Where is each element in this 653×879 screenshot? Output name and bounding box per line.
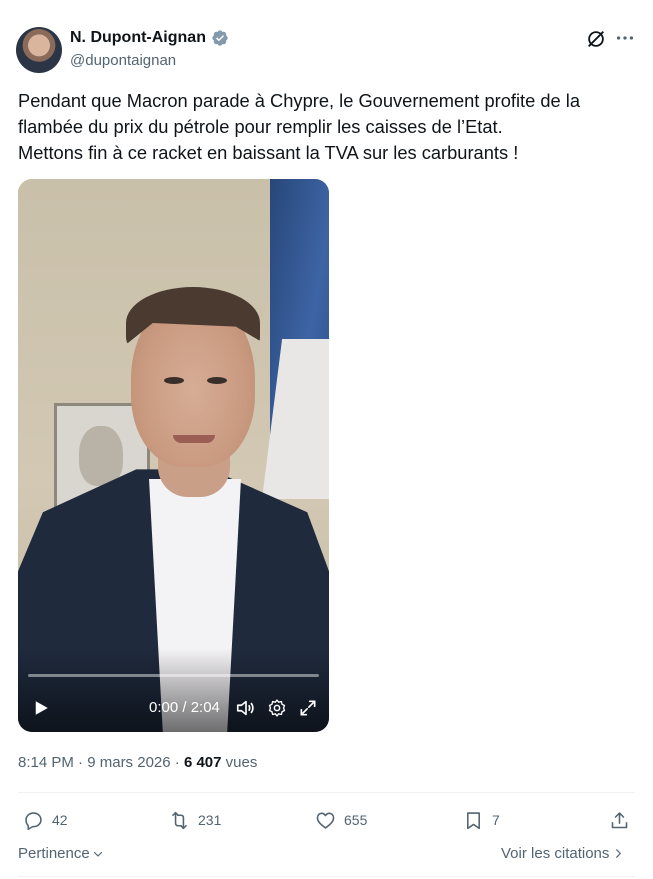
settings-icon[interactable] (267, 698, 287, 718)
divider (18, 792, 635, 793)
tweet-text-line: flambée du prix du pétrole pour remplir … (18, 116, 503, 137)
chevron-down-icon (93, 851, 102, 857)
portrait-face (79, 426, 123, 486)
tweet-meta: 8:14 PM · 9 mars 2026 · 6 407 vues (18, 754, 257, 771)
sort-label: Pertinence (18, 845, 90, 862)
more-options-icon[interactable] (614, 27, 636, 49)
tweet-actions: 42 231 655 7 (18, 803, 635, 837)
author-handle[interactable]: @dupontaignan (70, 52, 176, 69)
volume-icon[interactable] (235, 697, 257, 719)
reply-count: 42 (52, 812, 68, 828)
play-icon[interactable] (32, 699, 50, 717)
heart-icon (316, 812, 335, 829)
grok-icon[interactable] (585, 28, 607, 50)
like-button[interactable]: 655 (315, 803, 367, 837)
bookmark-button[interactable]: 7 (463, 803, 500, 837)
share-button[interactable] (609, 803, 630, 837)
views-label: vues (225, 754, 258, 771)
author-name-row[interactable]: N. Dupont-Aignan (70, 29, 229, 47)
speaker-mouth (173, 435, 215, 443)
tweet-text-line: Pendant que Macron parade à Chypre, le G… (18, 90, 580, 111)
like-count: 655 (344, 812, 368, 828)
tweet-date[interactable]: 9 mars 2026 (87, 754, 170, 771)
author-avatar[interactable] (16, 27, 62, 73)
repost-count: 231 (198, 812, 222, 828)
divider (18, 876, 635, 877)
chevron-right-icon (616, 849, 622, 858)
meta-separator: · (78, 754, 84, 771)
reply-icon (25, 811, 42, 830)
video-controls-gradient (18, 649, 329, 732)
video-player[interactable]: 0:00 / 2:04 (18, 179, 329, 732)
repost-icon (172, 811, 187, 829)
view-quotes-label: Voir les citations (501, 845, 610, 862)
tweet-text: Pendant que Macron parade à Chypre, le G… (18, 88, 628, 166)
bookmark-count: 7 (492, 812, 500, 828)
view-quotes-link[interactable]: Voir les citations (501, 845, 624, 862)
meta-separator: · (174, 754, 180, 771)
author-name[interactable]: N. Dupont-Aignan (70, 29, 206, 47)
repost-button[interactable]: 231 (169, 803, 221, 837)
speaker-eye (164, 377, 184, 384)
share-icon (611, 811, 628, 828)
fullscreen-icon[interactable] (298, 698, 318, 718)
reply-button[interactable]: 42 (23, 803, 68, 837)
sort-dropdown[interactable]: Pertinence (18, 845, 104, 862)
bookmark-icon (467, 811, 480, 829)
speaker-eye (207, 377, 227, 384)
tweet-time[interactable]: 8:14 PM (18, 754, 74, 771)
video-progress-bar[interactable] (28, 674, 319, 677)
verified-badge-icon (212, 30, 228, 46)
video-timecode: 0:00 / 2:04 (149, 699, 220, 716)
tweet-text-line: Mettons fin à ce racket en baissant la T… (18, 142, 519, 163)
views-count: 6 407 (183, 754, 222, 771)
